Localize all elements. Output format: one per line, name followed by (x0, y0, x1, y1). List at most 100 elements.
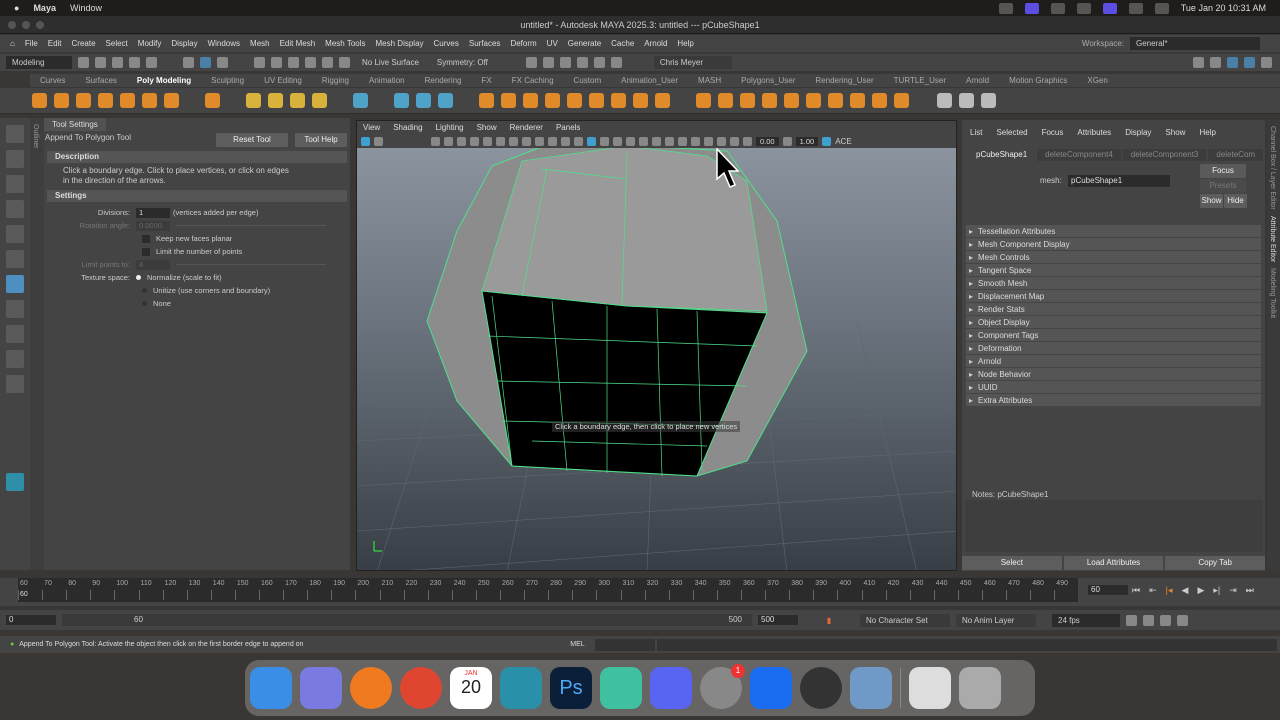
step-forward-key-icon[interactable]: ⇥ (1229, 585, 1237, 596)
sound-icon[interactable] (1160, 614, 1171, 626)
antialiasing-icon[interactable] (678, 136, 687, 146)
symmetry-select[interactable]: Symmetry: Off (431, 56, 494, 69)
mirror-icon[interactable] (501, 93, 516, 108)
shelf-tab[interactable]: Custom (564, 76, 612, 85)
menu-item[interactable]: Deform (510, 39, 536, 48)
attr-menu-item[interactable]: Focus (1042, 128, 1064, 137)
start-time-field[interactable]: 0 (6, 615, 56, 625)
xray-joints-icon[interactable] (717, 136, 726, 146)
anim-layer-select[interactable]: No Anim Layer (956, 613, 1036, 627)
hide-button[interactable]: Hide (1224, 194, 1247, 208)
render-sequence-icon[interactable] (542, 57, 554, 68)
attr-section[interactable]: Tessellation Attributes (966, 225, 1261, 238)
channel-box-tab[interactable]: Channel Box / Layer Editor (1269, 126, 1276, 210)
attr-menu-item[interactable]: Show (1165, 128, 1185, 137)
show-button[interactable]: Show (1200, 194, 1223, 208)
select-tool-icon[interactable] (6, 125, 24, 143)
viewport-3d[interactable]: View Shading Lighting Show Renderer Panels 0.… (356, 120, 957, 571)
menu-item[interactable]: Arnold (644, 39, 667, 48)
outliner-layout-icon[interactable] (6, 350, 24, 368)
modeling-toolkit-tab[interactable]: Modeling Toolkit (1269, 268, 1276, 318)
attr-menu-item[interactable]: Help (1199, 128, 1215, 137)
attr-menu-item[interactable]: Attributes (1077, 128, 1111, 137)
attr-section[interactable]: Extra Attributes (966, 394, 1261, 407)
2d-pan-zoom-icon[interactable] (457, 136, 466, 146)
target-weld-icon[interactable] (718, 93, 733, 108)
edge-loop-icon[interactable] (784, 93, 799, 108)
attr-section[interactable]: Component Tags (966, 329, 1261, 342)
wifi-icon[interactable] (1128, 2, 1143, 14)
menu-item[interactable]: Edit Mesh (280, 39, 316, 48)
shelf-tab[interactable]: Animation (359, 76, 415, 85)
attr-section[interactable]: Arnold (966, 355, 1261, 368)
circularize-icon[interactable] (806, 93, 821, 108)
use-lights-icon[interactable] (626, 136, 635, 146)
window-menu[interactable]: Window (70, 3, 102, 13)
xray-components-icon[interactable] (730, 136, 739, 146)
menu-item[interactable]: Help (677, 39, 693, 48)
poly-cube-icon[interactable] (54, 93, 69, 108)
go-to-end-icon[interactable]: ⏭ (1246, 585, 1254, 596)
merge-icon[interactable] (850, 93, 865, 108)
separate-icon[interactable] (416, 93, 431, 108)
home-icon[interactable]: ⌂ (10, 39, 15, 48)
system-settings-icon[interactable]: 1 (700, 664, 745, 709)
step-back-key-icon[interactable]: ⇤ (1149, 585, 1157, 596)
shelf-tab[interactable]: Rigging (312, 76, 359, 85)
wedge-icon[interactable] (655, 93, 670, 108)
trash-icon[interactable] (959, 667, 1001, 709)
archive-icon[interactable] (909, 667, 951, 709)
shelf-tab[interactable]: TURTLE_User (884, 76, 956, 85)
poly-disc-icon[interactable] (164, 93, 179, 108)
menu-item[interactable]: Curves (434, 39, 459, 48)
hypershade-icon[interactable] (593, 57, 605, 68)
connect-icon[interactable] (740, 93, 755, 108)
select-hierarchy-icon[interactable] (183, 57, 194, 68)
loop-icon[interactable] (1126, 614, 1137, 626)
apple-icon[interactable]: ● (14, 3, 19, 13)
shelf-tab[interactable]: XGen (1077, 76, 1117, 85)
single-view-layout-icon[interactable] (6, 275, 24, 293)
minimize-button[interactable] (22, 21, 30, 29)
go-to-start-icon[interactable]: ⏮ (1132, 585, 1140, 596)
gamma-field[interactable]: 1.00 (795, 136, 819, 146)
sculpt-icon[interactable] (937, 93, 952, 108)
poke-icon[interactable] (633, 93, 648, 108)
rotate-tool-icon[interactable] (6, 225, 24, 243)
scale-tool-icon[interactable] (6, 250, 24, 268)
shelf-tab[interactable]: Polygons_User (731, 76, 805, 85)
roblox-studio-icon[interactable] (750, 667, 792, 709)
smooth-icon[interactable] (438, 93, 453, 108)
grid-icon[interactable] (483, 136, 492, 146)
photoshop-icon[interactable]: Ps (550, 667, 592, 709)
user-account-select[interactable]: Chris Meyer (653, 56, 732, 69)
attr-section[interactable]: Render Stats (966, 303, 1261, 316)
shelf-tab[interactable]: MASH (688, 76, 731, 85)
field-chart-icon[interactable] (535, 136, 544, 146)
relax-brush-icon[interactable] (981, 93, 996, 108)
viewport-menu-item[interactable]: Lighting (436, 123, 464, 132)
isolate-select-icon[interactable] (691, 136, 700, 146)
viewport-menu-item[interactable]: Panels (556, 123, 580, 132)
select-button[interactable]: Select (962, 556, 1062, 570)
maya-app-icon[interactable] (500, 667, 542, 709)
attr-menu-item[interactable]: List (970, 128, 982, 137)
undo-icon[interactable] (129, 57, 140, 68)
append-polygon-icon[interactable] (611, 93, 626, 108)
normalize-radio[interactable] (136, 275, 141, 280)
current-frame-field[interactable]: 60 (1088, 585, 1128, 595)
cache-icon[interactable] (1143, 614, 1154, 626)
play-forward-icon[interactable]: ▶ (1197, 585, 1204, 596)
preview-icon[interactable] (850, 667, 892, 709)
poly-cone-icon[interactable] (98, 93, 113, 108)
attr-menu-item[interactable]: Display (1125, 128, 1151, 137)
gamma-icon[interactable] (782, 136, 792, 146)
attr-node-tab[interactable]: pCubeShape1 (968, 149, 1036, 161)
reset-tool-button[interactable]: Reset Tool (216, 133, 288, 147)
menu-item[interactable]: Mesh Tools (325, 39, 365, 48)
image-plane-icon[interactable] (444, 136, 453, 146)
time-slider[interactable]: 60 70 80 90 100 110 120 130 140 150 160 170 180 190 20… (0, 578, 1280, 606)
attr-node-tab[interactable]: deleteCom (1208, 149, 1264, 161)
textured-icon[interactable] (613, 136, 622, 146)
color-management-icon[interactable] (822, 136, 832, 146)
